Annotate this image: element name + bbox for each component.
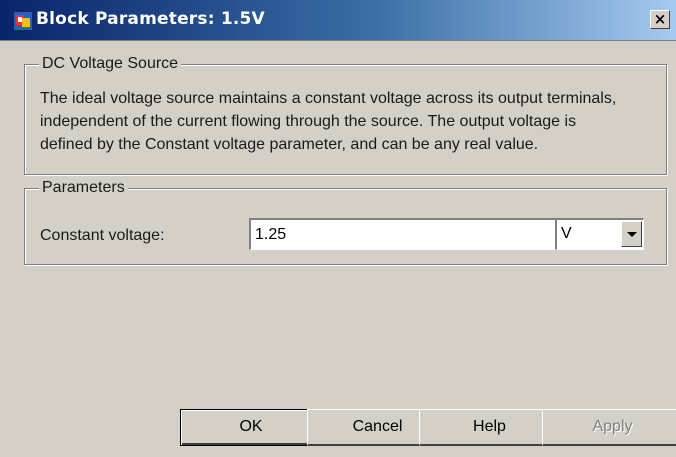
window-title: Block Parameters: 1.5V — [36, 9, 265, 29]
chevron-down-icon — [627, 232, 637, 237]
dropdown-button[interactable] — [621, 221, 642, 247]
unit-dropdown[interactable]: V — [555, 218, 644, 250]
help-button[interactable]: Help — [419, 409, 561, 446]
close-button[interactable]: × — [650, 10, 670, 29]
apply-button[interactable]: Apply — [542, 409, 676, 446]
description-line: independent of the current flowing throu… — [40, 113, 577, 130]
constant-voltage-input[interactable] — [249, 218, 571, 250]
unit-value: V — [561, 225, 572, 242]
parameters-group-label: Parameters — [39, 178, 128, 198]
description-line: The ideal voltage source maintains a con… — [40, 90, 617, 107]
close-icon: × — [653, 10, 667, 28]
constant-voltage-label: Constant voltage: — [40, 227, 165, 244]
parameters-group: Parameters Constant voltage: V — [24, 178, 667, 265]
title-bar[interactable]: Block Parameters: 1.5V × — [0, 0, 676, 41]
simulink-block-icon — [14, 12, 32, 30]
description-group: DC Voltage Source The ideal voltage sour… — [24, 54, 667, 175]
description-group-label: DC Voltage Source — [39, 54, 182, 74]
ok-button[interactable]: OK — [180, 409, 322, 446]
block-description: The ideal voltage source maintains a con… — [40, 87, 660, 156]
description-line: defined by the Constant voltage paramete… — [40, 136, 539, 153]
